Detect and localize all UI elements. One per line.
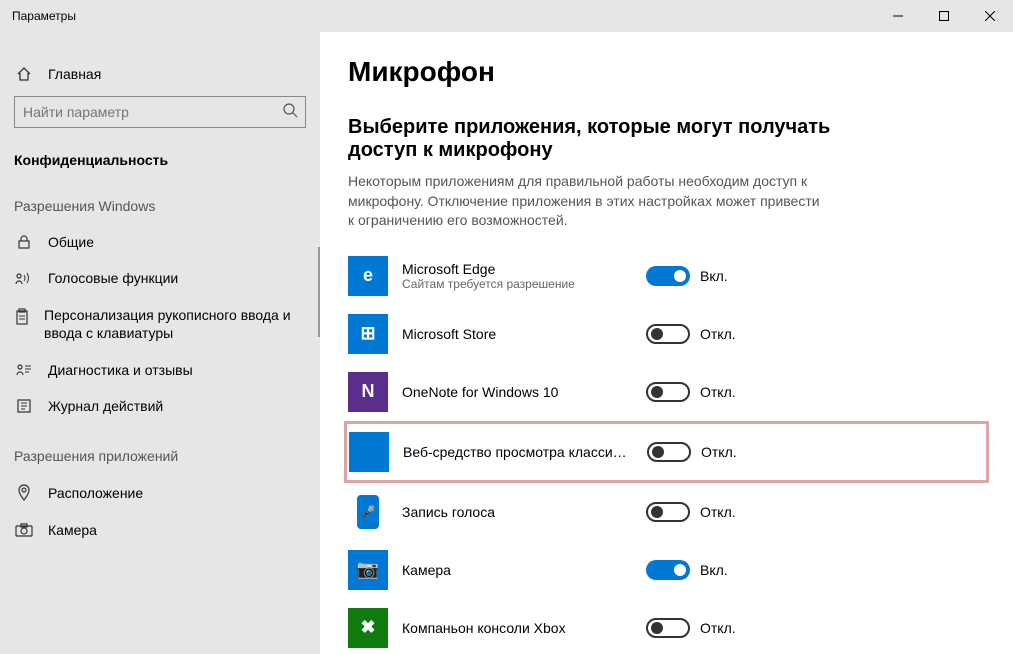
app-name: Компаньон консоли Xbox	[402, 620, 632, 636]
sidebar-item-speech[interactable]: Голосовые функции	[0, 260, 320, 296]
speech-icon	[14, 270, 34, 286]
sidebar-group-apps: Разрешения приложений	[0, 424, 320, 474]
toggle-label: Откл.	[700, 620, 736, 636]
app-icon: ✖	[348, 608, 388, 648]
main-content: Микрофон Выберите приложения, которые мо…	[320, 32, 1013, 654]
app-name: Веб-средство просмотра классиче...	[403, 444, 633, 460]
scroll-indicator	[318, 247, 320, 337]
toggle-switch[interactable]	[646, 618, 690, 638]
app-icon	[349, 432, 389, 472]
toggle-label: Откл.	[701, 444, 737, 460]
toggle-label: Вкл.	[700, 268, 728, 284]
sidebar-item-label: Журнал действий	[48, 398, 163, 414]
app-name: Microsoft Store	[402, 326, 632, 342]
camera-icon	[14, 523, 34, 537]
sidebar-item-location[interactable]: Расположение	[0, 474, 320, 512]
app-icon: ⊞	[348, 314, 388, 354]
app-row: ✖ Компаньон консоли Xbox Откл.	[348, 599, 989, 654]
close-button[interactable]	[967, 0, 1013, 32]
app-row: 📷 Камера Вкл.	[348, 541, 989, 599]
app-icon: 🎤	[357, 495, 379, 529]
sidebar-home-label: Главная	[48, 66, 101, 82]
app-row: e Microsoft EdgeСайтам требуется разрешен…	[348, 247, 989, 305]
section-description: Некоторым приложениям для правильной раб…	[348, 172, 828, 231]
toggle-label: Откл.	[700, 384, 736, 400]
sidebar-item-inking[interactable]: Персонализация рукописного ввода и ввода…	[0, 296, 320, 352]
sidebar-item-label: Камера	[48, 522, 97, 538]
sidebar-category-label: Конфиденциальность	[0, 138, 320, 174]
toggle-switch[interactable]	[646, 560, 690, 580]
app-row: Веб-средство просмотра классиче... Откл.	[349, 426, 978, 478]
app-row: 🎤 Запись голоса Откл.	[348, 483, 989, 541]
toggle-label: Откл.	[700, 326, 736, 342]
section-heading: Выберите приложения, которые могут получ…	[348, 116, 868, 162]
feedback-icon	[14, 362, 34, 378]
sidebar-item-label: Общие	[48, 234, 94, 250]
sidebar-item-general[interactable]: Общие	[0, 224, 320, 260]
history-icon	[14, 398, 34, 414]
search-input[interactable]	[14, 96, 306, 128]
maximize-button[interactable]	[921, 0, 967, 32]
toggle-switch[interactable]	[646, 266, 690, 286]
app-icon: 📷	[348, 550, 388, 590]
app-name: Microsoft Edge	[402, 261, 632, 277]
toggle-switch[interactable]	[646, 324, 690, 344]
sidebar-item-label: Персонализация рукописного ввода и ввода…	[44, 306, 306, 342]
app-icon: N	[348, 372, 388, 412]
location-icon	[14, 484, 34, 502]
app-subtext: Сайтам требуется разрешение	[402, 277, 632, 291]
page-title: Микрофон	[348, 56, 989, 88]
sidebar-item-label: Голосовые функции	[48, 270, 178, 286]
sidebar-group-windows: Разрешения Windows	[0, 174, 320, 224]
titlebar: Параметры	[0, 0, 1013, 32]
sidebar-item-label: Расположение	[48, 485, 143, 501]
sidebar-item-activity[interactable]: Журнал действий	[0, 388, 320, 424]
clipboard-icon	[14, 308, 30, 326]
toggle-label: Откл.	[700, 504, 736, 520]
toggle-label: Вкл.	[700, 562, 728, 578]
sidebar-home[interactable]: Главная	[0, 56, 320, 92]
sidebar-item-label: Диагностика и отзывы	[48, 362, 193, 378]
app-row: N OneNote for Windows 10 Откл.	[348, 363, 989, 421]
toggle-switch[interactable]	[646, 502, 690, 522]
app-name: OneNote for Windows 10	[402, 384, 632, 400]
lock-icon	[14, 234, 34, 250]
app-row: ⊞ Microsoft Store Откл.	[348, 305, 989, 363]
app-name: Камера	[402, 562, 632, 578]
toggle-switch[interactable]	[647, 442, 691, 462]
minimize-button[interactable]	[875, 0, 921, 32]
app-name: Запись голоса	[402, 504, 632, 520]
search-icon	[282, 102, 298, 121]
sidebar-item-camera[interactable]: Камера	[0, 512, 320, 548]
app-icon: e	[348, 256, 388, 296]
sidebar: Главная Конфиденциальность Разрешения Wi…	[0, 32, 320, 654]
sidebar-item-diagnostics[interactable]: Диагностика и отзывы	[0, 352, 320, 388]
home-icon	[14, 66, 34, 82]
window-title: Параметры	[0, 9, 76, 23]
toggle-switch[interactable]	[646, 382, 690, 402]
